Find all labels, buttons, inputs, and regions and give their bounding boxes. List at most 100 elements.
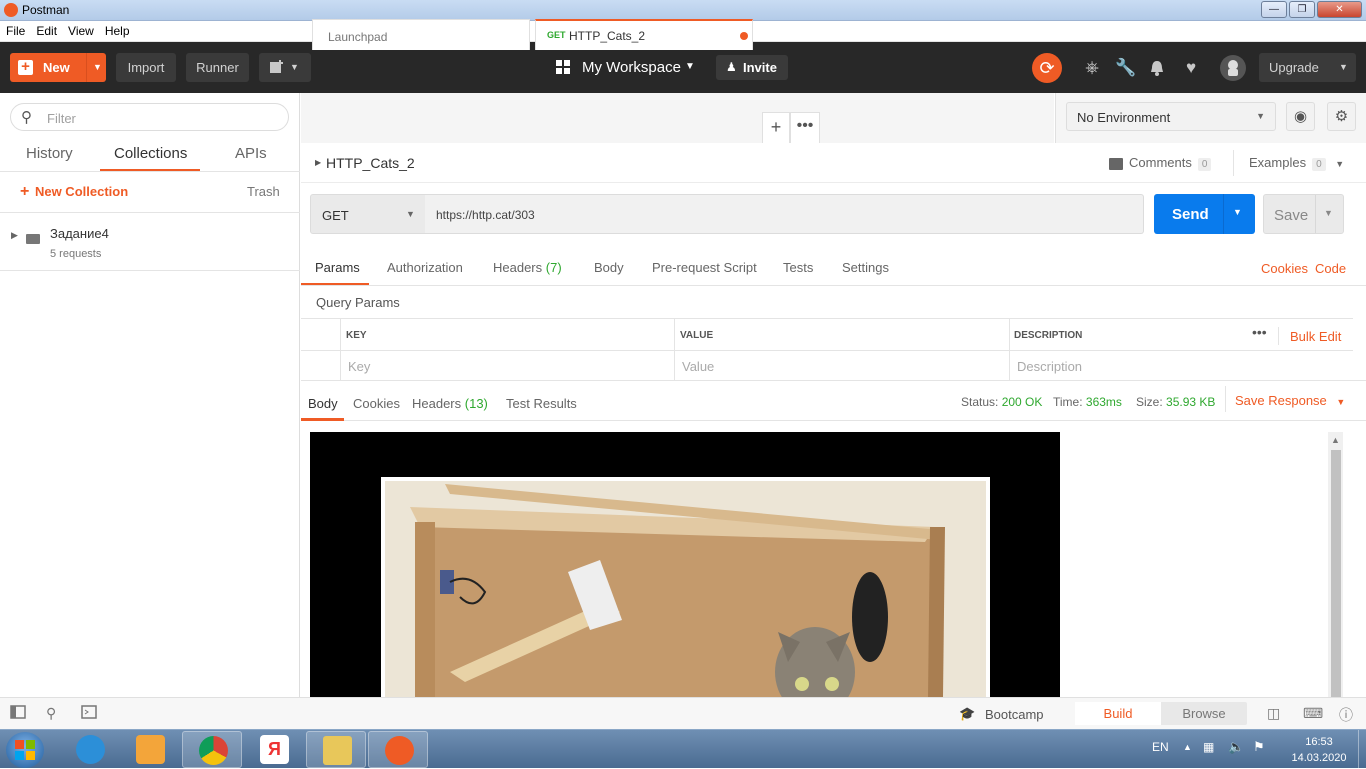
method-select[interactable]: GET ▼ (310, 194, 426, 234)
url-input[interactable]: https://http.cat/303 (425, 194, 1144, 234)
wrench-icon[interactable]: 🔧 (1113, 55, 1139, 81)
response-headers-count: (13) (464, 396, 488, 411)
eye-icon[interactable]: ◉ (1286, 102, 1315, 131)
code-link[interactable]: Code (1315, 261, 1346, 276)
start-button[interactable] (6, 732, 44, 768)
sidebar-glyph (10, 705, 26, 719)
unsaved-dot-icon (740, 32, 748, 40)
chevron-down-icon[interactable]: ▼ (1324, 208, 1333, 218)
tab-tests[interactable]: Tests (783, 260, 813, 275)
tab-history[interactable]: History (26, 145, 73, 162)
trash-button[interactable]: Trash (247, 184, 280, 199)
cookies-link[interactable]: Cookies (1261, 261, 1308, 276)
bulk-edit-link[interactable]: Bulk Edit (1290, 329, 1341, 344)
taskbar-file-explorer[interactable] (306, 731, 366, 768)
browse-toggle[interactable]: Browse (1161, 702, 1247, 725)
tab-launchpad[interactable]: Launchpad (312, 19, 530, 50)
filter-input[interactable]: ⚲ Filter (10, 103, 289, 131)
console-icon[interactable] (81, 705, 97, 722)
caret-right-icon[interactable]: ▶ (11, 230, 18, 241)
tab-apis[interactable]: APIs (235, 145, 267, 162)
show-desktop-button[interactable] (1358, 730, 1366, 769)
satellite-icon[interactable]: ⎈ (1079, 55, 1105, 81)
menu-file[interactable]: File (0, 21, 30, 38)
save-button[interactable]: Save ▼ (1263, 194, 1344, 234)
upgrade-button[interactable]: Upgrade ▼ (1259, 53, 1356, 82)
tray-expand-icon[interactable]: ▲ (1183, 742, 1192, 752)
help-icon[interactable]: ⓘ (1339, 705, 1353, 725)
request-name[interactable]: HTTP_Cats_2 (326, 155, 415, 171)
chevron-down-icon[interactable]: ▼ (1233, 207, 1242, 217)
column-header-key: KEY (346, 330, 367, 341)
new-collection-button[interactable]: + New Collection (20, 183, 128, 201)
scroll-up-icon[interactable]: ▲ (1331, 435, 1340, 445)
scrollbar-thumb[interactable] (1331, 450, 1341, 700)
key-input[interactable]: Key (348, 359, 370, 374)
volume-icon[interactable]: 🔈 (1228, 739, 1244, 755)
caret-right-icon[interactable]: ▶ (315, 158, 321, 167)
send-button[interactable]: Send ▼ (1154, 194, 1255, 234)
minimize-button[interactable]: — (1261, 1, 1287, 18)
maximize-button[interactable]: ❐ (1289, 1, 1315, 18)
build-toggle[interactable]: Build (1075, 702, 1161, 725)
menu-edit[interactable]: Edit (30, 21, 62, 38)
gear-icon[interactable]: ⚙ (1327, 102, 1356, 131)
language-indicator[interactable]: EN (1152, 740, 1169, 754)
value-input[interactable]: Value (682, 359, 714, 374)
tab-pre-request-script[interactable]: Pre-request Script (652, 260, 757, 275)
import-button[interactable]: Import (116, 53, 176, 82)
collection-item[interactable]: ▶ Задание4 5 requests (0, 213, 300, 271)
taskbar-postman[interactable] (368, 731, 428, 768)
new-window-button[interactable]: ▼ (259, 53, 311, 82)
tab-body[interactable]: Body (594, 260, 624, 275)
taskbar-chrome[interactable] (182, 731, 242, 768)
avatar[interactable] (1220, 55, 1246, 81)
folder-icon (323, 736, 352, 765)
more-options-icon[interactable]: ••• (1252, 324, 1267, 340)
find-icon[interactable]: ⚲ (46, 705, 56, 722)
chevron-down-icon[interactable]: ▼ (93, 53, 102, 82)
description-input[interactable]: Description (1017, 359, 1082, 374)
add-tab-button[interactable]: + (762, 112, 790, 143)
menu-view[interactable]: View (62, 21, 99, 38)
response-scrollbar[interactable]: ▲ (1328, 432, 1343, 700)
more-tabs-icon[interactable]: ••• (790, 112, 820, 143)
size-info: Size: 35.93 KB (1136, 395, 1215, 409)
response-tab-body[interactable]: Body (308, 396, 338, 411)
bootcamp-button[interactable]: Bootcamp (985, 707, 1044, 722)
comments-button[interactable]: Comments 0 (1109, 155, 1212, 171)
examples-button[interactable]: Examples 0 ▼ (1249, 155, 1344, 171)
menu-help[interactable]: Help (99, 21, 135, 38)
close-button[interactable]: ✕ (1317, 1, 1362, 18)
collection-name: Задание4 (50, 226, 109, 241)
keyboard-shortcuts-icon[interactable]: ⌨ (1303, 705, 1323, 722)
taskbar-yandex[interactable]: Я (244, 731, 304, 768)
response-tab-test-results[interactable]: Test Results (506, 396, 577, 411)
action-center-icon[interactable]: ⚑ (1253, 739, 1265, 755)
heart-icon[interactable]: ♥ (1178, 55, 1204, 81)
window-titlebar: Postman — ❐ ✕ (0, 0, 1366, 21)
environment-select[interactable]: No Environment ▼ (1066, 102, 1276, 131)
two-pane-view-icon[interactable]: ◫ (1267, 705, 1280, 722)
response-tab-headers[interactable]: Headers (13) (412, 396, 488, 411)
tab-http-cats-2[interactable]: GET HTTP_Cats_2 (535, 19, 753, 50)
status-bar: ⚲ 🎓 Bootcamp Build Browse ◫ ⌨ ⓘ (0, 697, 1366, 729)
tab-params[interactable]: Params (315, 260, 360, 275)
save-response-button[interactable]: Save Response ▼ (1235, 393, 1345, 408)
sync-icon[interactable]: ⟳ (1032, 53, 1062, 83)
response-tab-cookies[interactable]: Cookies (353, 396, 400, 411)
bell-icon[interactable] (1144, 55, 1170, 81)
postman-logo-icon (4, 3, 18, 17)
clock[interactable]: 16:53 14.03.2020 (1280, 734, 1358, 766)
tab-authorization[interactable]: Authorization (387, 260, 463, 275)
taskbar-media-player[interactable] (120, 731, 180, 768)
network-icon[interactable]: ▦ (1203, 740, 1214, 754)
new-button[interactable]: + New ▼ (10, 53, 106, 82)
toggle-sidebar-icon[interactable] (10, 705, 26, 722)
tab-headers[interactable]: Headers (7) (493, 260, 562, 275)
tab-settings[interactable]: Settings (842, 260, 889, 275)
runner-button[interactable]: Runner (186, 53, 249, 82)
taskbar-internet-explorer[interactable] (60, 731, 120, 768)
invite-button[interactable]: ♟ Invite (716, 55, 788, 80)
tab-collections[interactable]: Collections (114, 145, 187, 162)
